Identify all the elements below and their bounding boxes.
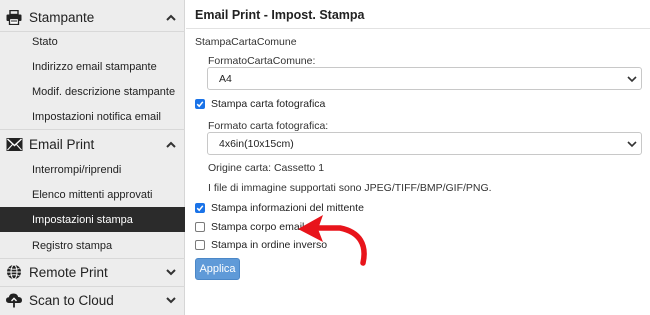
- email-icon: [5, 135, 23, 153]
- chevron-down-icon[interactable]: [165, 266, 177, 278]
- globe-icon: [5, 263, 23, 281]
- photo-paper-size-label: Formato carta fotografica:: [208, 120, 329, 132]
- sidebar-section-label: Stampante: [29, 9, 95, 25]
- sidebar-item-label: Interrompi/riprendi: [32, 163, 122, 176]
- checkbox-unchecked-icon[interactable]: [195, 222, 205, 232]
- sidebar-item-registro-stampa[interactable]: Registro stampa: [0, 233, 185, 258]
- checkbox-label: Stampa carta fotografica: [211, 98, 326, 110]
- sidebar-item-label: Modif. descrizione stampante: [32, 85, 176, 98]
- checkbox-label: Stampa corpo email: [211, 221, 305, 233]
- sidebar-item-mittenti-approvati[interactable]: Elenco mittenti approvati: [0, 182, 185, 207]
- page-title: Email Print - Impost. Stampa: [195, 8, 365, 22]
- apply-button[interactable]: Applica: [195, 258, 240, 280]
- paper-source-text: Origine carta: Cassetto 1: [208, 162, 325, 174]
- cloud-icon: [5, 291, 23, 309]
- checkbox-label: Stampa in ordine inverso: [211, 239, 328, 251]
- select-value: A4: [219, 72, 232, 85]
- print-reverse-order-checkbox[interactable]: Stampa in ordine inverso: [195, 238, 327, 252]
- sidebar-item-label: Elenco mittenti approvati: [32, 188, 153, 201]
- sidebar-item-impostazioni-stampa[interactable]: Impostazioni stampa: [0, 207, 185, 232]
- sidebar-section-label: Remote Print: [29, 264, 108, 280]
- checkbox-checked-icon[interactable]: [195, 203, 205, 213]
- sidebar-item-label: Indirizzo email stampante: [32, 60, 157, 73]
- sidebar-section-stampante[interactable]: Stampante: [0, 2, 185, 32]
- sidebar-item-modif-descrizione[interactable]: Modif. descrizione stampante: [0, 79, 185, 104]
- supported-files-text: I file di immagine supportati sono JPEG/…: [208, 182, 492, 194]
- photo-paper-checkbox[interactable]: Stampa carta fotografica: [195, 97, 325, 111]
- chevron-down-icon: [627, 139, 637, 149]
- sidebar-section-remote-print[interactable]: Remote Print: [0, 257, 185, 287]
- plain-paper-size-label: FormatoCartaComune:: [208, 55, 316, 67]
- sidebar-item-label: Impostazioni notifica email: [32, 110, 162, 123]
- printer-icon: [5, 8, 23, 26]
- divider: [186, 28, 650, 29]
- chevron-down-icon[interactable]: [165, 294, 177, 306]
- print-sender-info-checkbox[interactable]: Stampa informazioni del mittente: [195, 201, 364, 215]
- photo-paper-size-select[interactable]: 4x6in(10x15cm): [207, 132, 642, 155]
- sidebar-item-interrompi[interactable]: Interrompi/riprendi: [0, 157, 185, 182]
- sidebar-section-label: Scan to Cloud: [29, 292, 114, 308]
- plain-paper-heading: StampaCartaComune: [195, 36, 297, 48]
- sidebar: Stampante Stato Indirizzo email stampant…: [0, 0, 185, 315]
- plain-paper-size-select[interactable]: A4: [207, 67, 642, 90]
- sidebar-section-email-print[interactable]: Email Print: [0, 129, 185, 159]
- checkbox-checked-icon[interactable]: [195, 99, 205, 109]
- checkbox-unchecked-icon[interactable]: [195, 240, 205, 250]
- sidebar-item-label: Impostazioni stampa: [32, 213, 133, 226]
- print-email-body-checkbox[interactable]: Stampa corpo email: [195, 220, 304, 234]
- sidebar-item-notifica-email[interactable]: Impostazioni notifica email: [0, 104, 185, 129]
- checkbox-label: Stampa informazioni del mittente: [211, 202, 364, 214]
- sidebar-item-indirizzo-email[interactable]: Indirizzo email stampante: [0, 54, 185, 79]
- sidebar-item-label: Registro stampa: [32, 239, 113, 252]
- sidebar-section-label: Email Print: [29, 136, 95, 152]
- sidebar-item-stato[interactable]: Stato: [0, 29, 185, 54]
- main-content: Email Print - Impost. Stampa StampaCarta…: [186, 0, 650, 315]
- chevron-up-icon[interactable]: [165, 138, 177, 150]
- sidebar-item-label: Stato: [32, 35, 58, 48]
- select-value: 4x6in(10x15cm): [219, 137, 294, 150]
- sidebar-section-scan-to-cloud[interactable]: Scan to Cloud: [0, 285, 185, 315]
- chevron-down-icon: [627, 74, 637, 84]
- chevron-up-icon[interactable]: [165, 11, 177, 23]
